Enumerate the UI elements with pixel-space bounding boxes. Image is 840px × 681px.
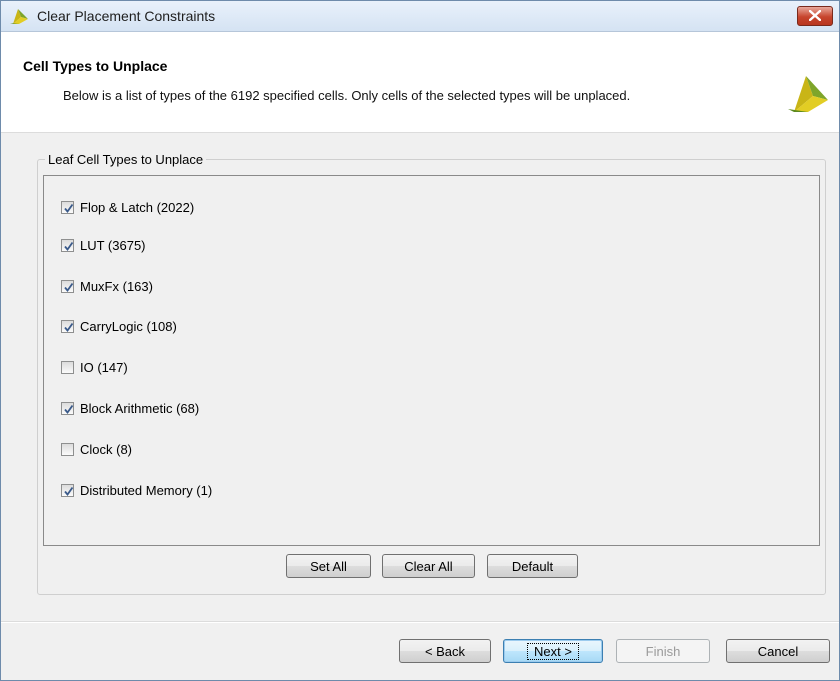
title-bar[interactable]: Clear Placement Constraints xyxy=(1,1,839,32)
back-button[interactable]: < Back xyxy=(399,639,491,663)
checkbox[interactable] xyxy=(61,279,74,293)
cancel-button[interactable]: Cancel xyxy=(726,639,830,663)
checkbox-muxfx[interactable]: MuxFx (163) xyxy=(61,277,153,295)
clear-all-button[interactable]: Clear All xyxy=(382,554,475,578)
checkmark-icon xyxy=(64,322,74,332)
checkbox-carrylogic[interactable]: CarryLogic (108) xyxy=(61,317,177,335)
dialog-window: Clear Placement Constraints Cell Types t… xyxy=(0,0,840,681)
checkbox-label: Distributed Memory (1) xyxy=(80,482,213,498)
checkbox-label: Flop & Latch (2022) xyxy=(80,199,195,215)
checkbox[interactable] xyxy=(61,483,74,497)
set-all-button[interactable]: Set All xyxy=(286,554,371,578)
checkbox[interactable] xyxy=(61,401,74,415)
checkbox[interactable] xyxy=(61,319,74,333)
next-button[interactable]: Next > xyxy=(503,639,603,663)
checkbox[interactable] xyxy=(61,238,74,252)
checkmark-icon xyxy=(64,241,74,251)
checkbox-flop-latch[interactable]: Flop & Latch (2022) xyxy=(61,198,194,216)
checkbox-label: Block Arithmetic (68) xyxy=(80,400,200,416)
checkbox-distributed-memory[interactable]: Distributed Memory (1) xyxy=(61,481,212,499)
checkbox-label: IO (147) xyxy=(80,359,128,375)
checkbox-block-arithmetic[interactable]: Block Arithmetic (68) xyxy=(61,399,199,417)
checkbox-clock[interactable]: Clock (8) xyxy=(61,440,132,458)
checkmark-icon xyxy=(64,486,74,496)
checkbox-label: LUT (3675) xyxy=(80,237,146,253)
footer-divider-highlight xyxy=(1,622,839,623)
close-icon xyxy=(809,10,821,21)
page-description: Below is a list of types of the 6192 spe… xyxy=(63,88,631,103)
checkbox-label: MuxFx (163) xyxy=(80,278,153,294)
checkmark-icon xyxy=(64,404,74,414)
window-title: Clear Placement Constraints xyxy=(37,8,216,24)
checkbox[interactable] xyxy=(61,200,74,214)
checkbox[interactable] xyxy=(61,442,74,456)
checkmark-icon xyxy=(64,203,74,213)
wizard-header: Cell Types to Unplace Below is a list of… xyxy=(1,32,839,133)
checkbox-label: CarryLogic (108) xyxy=(80,318,177,334)
default-button[interactable]: Default xyxy=(487,554,578,578)
checkbox-label: Clock (8) xyxy=(80,441,133,457)
page-title: Cell Types to Unplace xyxy=(23,58,168,74)
group-legend: Leaf Cell Types to Unplace xyxy=(45,152,207,167)
finish-button: Finish xyxy=(616,639,710,663)
vivado-logo-icon xyxy=(10,9,28,24)
vivado-logo-icon xyxy=(788,76,828,112)
checkbox-lut[interactable]: LUT (3675) xyxy=(61,236,146,254)
next-button-label: Next > xyxy=(527,642,579,660)
checkbox-io[interactable]: IO (147) xyxy=(61,358,128,376)
close-button[interactable] xyxy=(797,6,833,26)
checkbox[interactable] xyxy=(61,360,74,374)
checkmark-icon xyxy=(64,282,74,292)
